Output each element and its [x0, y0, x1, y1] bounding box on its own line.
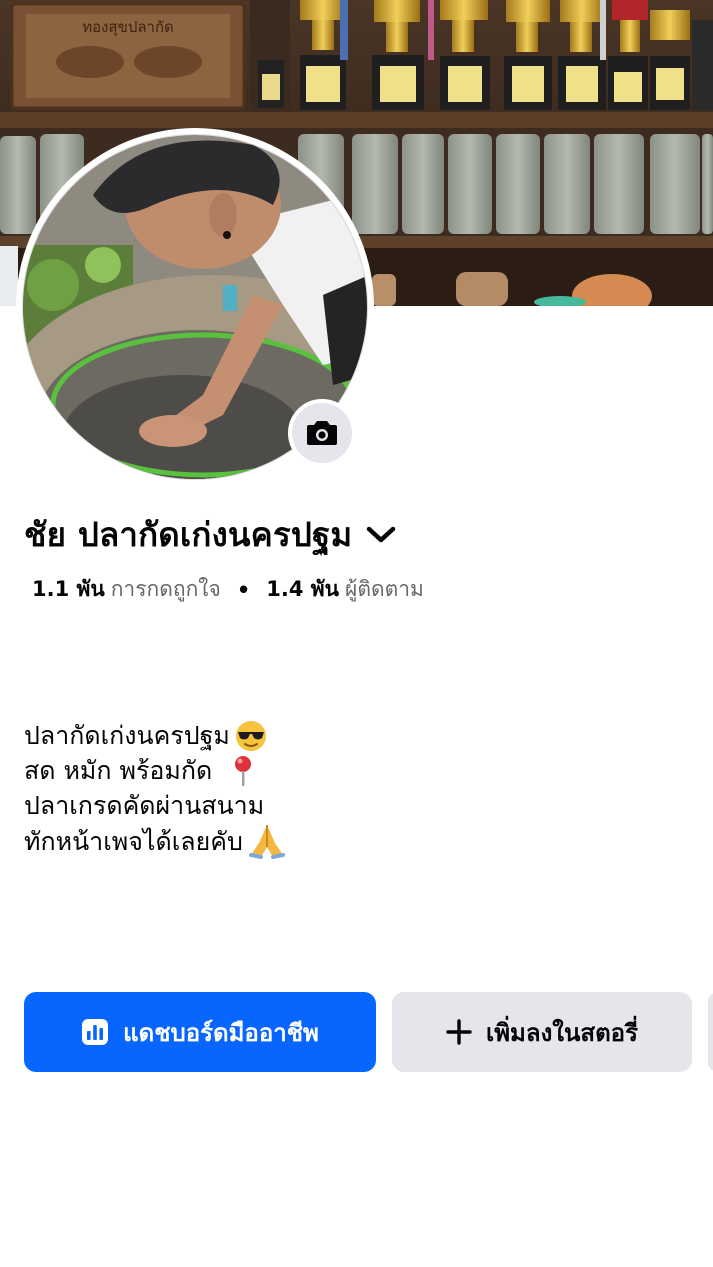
bio-line: ทักหน้าเพจได้เลยคับ [24, 823, 287, 859]
round-pushpin-emoji-icon [230, 754, 256, 788]
bio-line-text: ทักหน้าเพจได้เลยคับ [24, 826, 243, 856]
followers-label[interactable]: ผู้ติดตาม [345, 573, 424, 606]
add-to-story-button[interactable]: เพิ่มลงในสตอรี่ [392, 992, 692, 1072]
professional-dashboard-label: แดชบอร์ดมืออาชีพ [123, 1018, 319, 1047]
stats-separator: • [236, 577, 251, 602]
chevron-down-icon[interactable] [366, 525, 396, 545]
page-name: ชัย ปลากัดเก่งนครปฐม [24, 515, 353, 554]
likes-count[interactable]: 1.1 พัน [32, 573, 105, 606]
plus-icon [446, 1019, 472, 1045]
bar-chart-icon [81, 1018, 109, 1046]
professional-dashboard-button[interactable]: แดชบอร์ดมืออาชีพ [24, 992, 376, 1072]
bio-line-text: สด หมัก พร้อมกัด [24, 756, 213, 785]
sunglasses-emoji-icon [234, 719, 268, 753]
likes-label[interactable]: การกดถูกใจ [111, 573, 221, 606]
cover-sign-text: ทองสุขปลากัด [82, 18, 174, 37]
profile-page: ทองสุขปลากัด ชัย ปลากัดเก่งนครปฐม 1.1 พั… [0, 0, 713, 1267]
camera-icon [307, 421, 337, 445]
change-profile-picture-button[interactable] [288, 399, 356, 467]
followers-count[interactable]: 1.4 พัน [266, 573, 339, 606]
bio-line-text: ปลากัดเก่งนครปฐม [24, 721, 230, 750]
bio-line: ปลาเกรดคัดผ่านสนาม [24, 788, 287, 823]
page-bio: ปลากัดเก่งนครปฐม สด หมัก พร้อมกัด ปลาเกร… [24, 718, 287, 859]
page-name-row[interactable]: ชัย ปลากัดเก่งนครปฐม [24, 508, 396, 561]
page-stats: 1.1 พัน การกดถูกใจ • 1.4 พัน ผู้ติดตาม [32, 573, 424, 606]
more-actions-button[interactable] [708, 992, 713, 1072]
bio-line: สด หมัก พร้อมกัด [24, 753, 287, 788]
folded-hands-emoji-icon [247, 823, 287, 859]
bio-line-text: ปลาเกรดคัดผ่านสนาม [24, 791, 265, 820]
add-to-story-label: เพิ่มลงในสตอรี่ [486, 1018, 638, 1047]
bio-line: ปลากัดเก่งนครปฐม [24, 718, 287, 753]
